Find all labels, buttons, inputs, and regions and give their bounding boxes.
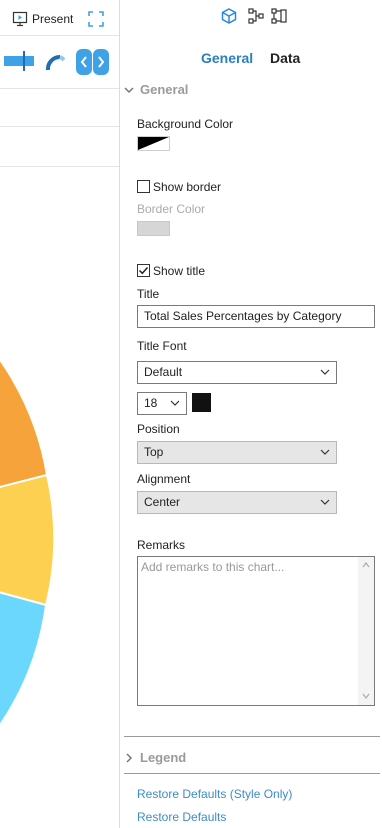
top-toolbar: Present <box>0 0 119 36</box>
present-icon <box>12 11 28 27</box>
scroll-down-icon[interactable] <box>362 693 370 699</box>
general-section-title: General <box>140 82 189 97</box>
legend-section-title: Legend <box>140 750 187 765</box>
show-title-checkbox[interactable] <box>137 264 150 277</box>
legend-section-header[interactable]: Legend <box>124 750 186 765</box>
scroll-up-icon[interactable] <box>362 562 370 568</box>
pie-chart-preview <box>0 358 56 727</box>
background-color-swatch[interactable] <box>137 136 170 151</box>
title-label: Title <box>137 287 160 301</box>
position-label: Position <box>137 422 180 436</box>
present-label: Present <box>32 12 74 26</box>
alignment-label: Alignment <box>137 472 191 486</box>
bullet-chart-icon[interactable] <box>2 49 36 73</box>
chevron-right-icon <box>98 56 105 68</box>
remarks-placeholder: Add remarks to this chart... <box>141 560 285 574</box>
scroll-left-button[interactable] <box>76 49 92 75</box>
show-title-label: Show title <box>153 264 206 278</box>
remarks-label: Remarks <box>137 538 186 552</box>
filter-row <box>0 90 119 127</box>
chevron-down-icon <box>320 499 330 505</box>
cube-icon[interactable] <box>221 8 237 24</box>
border-color-swatch <box>137 221 170 236</box>
chevron-down-icon <box>124 86 134 93</box>
section-divider <box>124 736 380 737</box>
show-border-label: Show border <box>153 180 222 194</box>
font-size-select[interactable]: 18 <box>137 392 187 415</box>
font-color-swatch[interactable] <box>192 393 211 412</box>
alignment-value: Center <box>144 495 181 509</box>
section-divider <box>124 773 380 774</box>
fields-icon[interactable] <box>248 8 264 24</box>
chevron-right-icon <box>126 752 133 763</box>
font-size-value: 18 <box>144 396 158 410</box>
fullscreen-icon[interactable] <box>88 11 104 27</box>
remarks-textarea[interactable]: Add remarks to this chart... <box>137 556 375 706</box>
show-border-checkbox[interactable] <box>137 180 150 193</box>
alignment-select[interactable]: Center <box>137 491 337 514</box>
remarks-scrollbar[interactable] <box>358 557 374 705</box>
chevron-down-icon <box>170 400 180 406</box>
border-color-label: Border Color <box>137 202 206 216</box>
properties-panel: General Data General Background Color Sh… <box>120 0 382 828</box>
chevron-down-icon <box>320 369 330 375</box>
position-select[interactable]: Top <box>137 441 337 464</box>
tab-data[interactable]: Data <box>270 50 300 66</box>
chart-canvas-area: Present <box>0 0 119 828</box>
general-section-header[interactable]: General <box>124 82 188 97</box>
title-font-select[interactable]: Default <box>137 361 337 384</box>
checkmark-icon <box>138 266 149 275</box>
gauge-chart-icon[interactable] <box>45 52 65 72</box>
title-font-value: Default <box>144 365 183 379</box>
present-button[interactable]: Present <box>12 10 73 28</box>
layout-icon[interactable] <box>271 8 287 24</box>
toolbar-row <box>0 128 119 167</box>
tab-general[interactable]: General <box>201 50 253 66</box>
position-value: Top <box>144 445 164 459</box>
background-color-label: Background Color <box>137 117 234 131</box>
chart-type-toolbar <box>0 37 119 89</box>
restore-defaults-link[interactable]: Restore Defaults <box>137 810 226 824</box>
title-font-label: Title Font <box>137 339 187 353</box>
restore-defaults-style-link[interactable]: Restore Defaults (Style Only) <box>137 787 292 801</box>
chevron-down-icon <box>320 449 330 455</box>
chevron-left-icon <box>80 56 87 68</box>
title-input[interactable]: Total Sales Percentages by Category <box>137 305 375 328</box>
scroll-right-button[interactable] <box>93 49 109 75</box>
pie-slice <box>0 473 56 607</box>
